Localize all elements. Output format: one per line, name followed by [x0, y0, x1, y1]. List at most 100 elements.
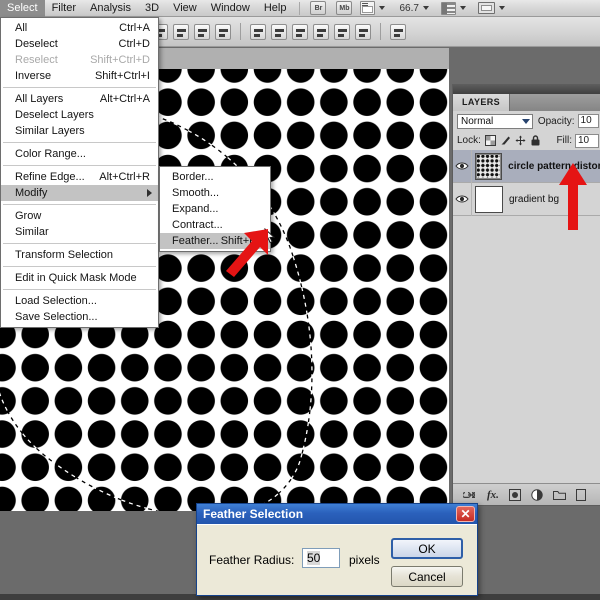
menu-item-color-range[interactable]: Color Range... [1, 146, 158, 162]
menu-item-label: Smooth... [172, 187, 220, 199]
lock-transparent-pixels-icon[interactable] [484, 135, 496, 146]
bridge-icon[interactable]: Br [310, 1, 327, 15]
menu-item-similar-layers[interactable]: Similar Layers [1, 123, 158, 139]
menu-item-label: Color Range... [15, 148, 86, 160]
auto-align-layers-icon[interactable] [390, 23, 406, 40]
cancel-button[interactable]: Cancel [391, 566, 463, 587]
menu-item-accel: Ctrl+D [118, 38, 150, 50]
distribute-vertical-centers-icon[interactable] [271, 23, 287, 40]
menu-item-label: Refine Edge... [15, 171, 85, 183]
menu-item-reselect: Reselect Shift+Ctrl+D [1, 52, 158, 68]
submenu-item-smooth[interactable]: Smooth... [160, 185, 270, 201]
eye-icon [455, 162, 469, 170]
adjustment-layer-icon[interactable] [531, 488, 543, 501]
menu-item-load-selection[interactable]: Load Selection... [1, 293, 158, 309]
menu-item-label: Similar Layers [15, 125, 85, 137]
mini-bridge-icon[interactable]: Mb [336, 1, 353, 15]
menu-bar: Select Filter Analysis 3D View Window He… [0, 0, 600, 17]
new-layer-icon[interactable] [575, 488, 586, 501]
menu-item-deselect[interactable]: Deselect Ctrl+D [1, 36, 158, 52]
menu-item-accel: Alt+Ctrl+A [99, 93, 150, 105]
menu-item-refine-edge[interactable]: Refine Edge... Alt+Ctrl+R [1, 169, 158, 185]
chevron-down-icon-zoom[interactable] [422, 6, 429, 10]
menu-separator [3, 165, 156, 166]
new-group-icon[interactable] [552, 490, 566, 500]
menu-item-transform-selection[interactable]: Transform Selection [1, 247, 158, 263]
link-layers-icon[interactable] [463, 490, 477, 500]
menu-analysis[interactable]: Analysis [83, 0, 138, 17]
dialog-title-bar[interactable]: Feather Selection ✕ [197, 504, 477, 524]
submenu-item-expand[interactable]: Expand... [160, 201, 270, 217]
menu-item-all[interactable]: All Ctrl+A [1, 20, 158, 36]
menu-item-label: Contract... [172, 219, 223, 231]
ok-button[interactable]: OK [391, 538, 463, 559]
layers-panel-footer: fx. [453, 483, 600, 505]
distribute-left-edges-icon[interactable] [313, 23, 329, 40]
panel-drag-handle[interactable] [453, 85, 600, 94]
toolbar-divider-2 [380, 23, 381, 40]
menu-item-label: All Layers [15, 93, 64, 105]
menu-item-deselect-layers[interactable]: Deselect Layers [1, 107, 158, 123]
align-bottom-edges-icon[interactable] [194, 23, 210, 40]
menu-view[interactable]: View [166, 0, 204, 17]
extras-view-icon[interactable] [360, 1, 376, 15]
layer-thumbnail-pattern[interactable] [474, 152, 503, 180]
menu-item-save-selection[interactable]: Save Selection... [1, 309, 158, 325]
menu-separator [3, 142, 156, 143]
menu-item-similar[interactable]: Similar [1, 224, 158, 240]
menu-item-quick-mask[interactable]: Edit in Quick Mask Mode [1, 270, 158, 286]
opacity-input[interactable]: 10 [577, 114, 599, 128]
submenu-item-border[interactable]: Border... [160, 169, 270, 185]
blend-mode-row: Normal Opacity: 10 [453, 111, 600, 131]
menu-help[interactable]: Help [257, 0, 294, 17]
lock-label: Lock: [457, 135, 481, 146]
menu-item-modify[interactable]: Modify [1, 185, 158, 201]
align-vertical-centers-icon[interactable] [173, 23, 189, 40]
layer-row-gradient-bg[interactable]: gradient bg [453, 182, 600, 216]
menu-item-accel: Shift+Ctrl+I [94, 70, 150, 82]
lock-image-pixels-icon[interactable] [500, 135, 511, 146]
tab-layers[interactable]: LAYERS [453, 94, 511, 111]
layer-thumbnail-white[interactable] [475, 185, 503, 213]
distribute-right-edges-icon[interactable] [355, 23, 371, 40]
chevron-down-icon-screenmode[interactable] [459, 6, 466, 10]
menu-item-grow[interactable]: Grow [1, 208, 158, 224]
close-icon[interactable]: ✕ [456, 506, 475, 522]
menu-item-all-layers[interactable]: All Layers Alt+Ctrl+A [1, 91, 158, 107]
lock-all-icon[interactable] [530, 135, 541, 146]
select-menu-dropdown[interactable]: All Ctrl+A Deselect Ctrl+D Reselect Shif… [0, 17, 159, 328]
chevron-down-icon-extras[interactable] [379, 6, 386, 10]
submenu-arrow-icon [147, 189, 152, 197]
distribute-bottom-edges-icon[interactable] [292, 23, 308, 40]
layer-visibility-toggle[interactable] [453, 182, 472, 216]
feather-radius-label: Feather Radius: [209, 553, 295, 567]
layer-row-circle-pattern-distort[interactable]: circle pattern distort [453, 149, 600, 183]
blend-mode-select[interactable]: Normal [457, 113, 533, 129]
menu-item-accel: Shift+F6 [220, 235, 262, 247]
submenu-item-contract[interactable]: Contract... [160, 217, 270, 233]
menu-separator [3, 266, 156, 267]
menu-item-label: Border... [172, 171, 214, 183]
align-left-edges-icon[interactable] [215, 23, 231, 40]
arrange-documents-icon[interactable] [477, 2, 495, 14]
layer-visibility-toggle[interactable] [453, 149, 472, 183]
menu-item-label: Deselect [15, 38, 58, 50]
add-layer-mask-icon[interactable] [508, 488, 521, 501]
menu-select[interactable]: Select [0, 0, 45, 17]
menu-item-inverse[interactable]: Inverse Shift+Ctrl+I [1, 68, 158, 84]
dialog-body: Feather Radius: 50 pixels OK Cancel [197, 524, 477, 595]
chevron-down-icon-blendmode[interactable] [521, 118, 530, 124]
menu-filter[interactable]: Filter [45, 0, 83, 17]
screen-mode-icon[interactable] [440, 1, 456, 15]
distribute-top-edges-icon[interactable] [250, 23, 266, 40]
modify-submenu-dropdown[interactable]: Border... Smooth... Expand... Contract..… [159, 166, 271, 252]
chevron-down-icon-arrange[interactable] [498, 6, 505, 10]
feather-radius-input[interactable]: 50 [302, 548, 340, 568]
submenu-item-feather[interactable]: Feather... Shift+F6 [160, 233, 270, 249]
menu-3d[interactable]: 3D [138, 0, 166, 17]
fill-input[interactable]: 10 [575, 133, 599, 148]
lock-position-icon[interactable] [515, 135, 526, 146]
fx-icon[interactable]: fx. [487, 489, 499, 501]
distribute-horizontal-centers-icon[interactable] [334, 23, 350, 40]
menu-window[interactable]: Window [204, 0, 257, 17]
